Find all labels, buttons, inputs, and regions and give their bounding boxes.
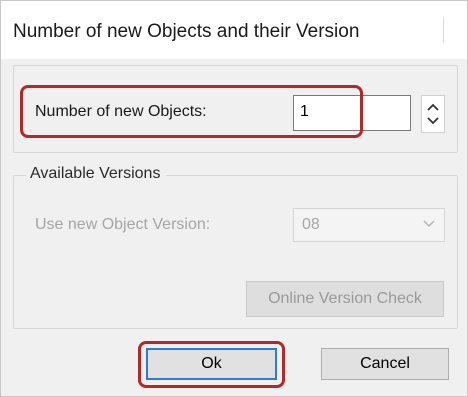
- objects-highlight-frame: [20, 85, 363, 138]
- object-version-label: Use new Object Version:: [35, 216, 211, 233]
- up-down-arrows-icon: [427, 103, 439, 125]
- chevron-down-icon: [423, 220, 435, 228]
- title-bar-edge: [443, 17, 468, 43]
- available-versions-title: Available Versions: [26, 165, 167, 183]
- online-version-check-button[interactable]: Online Version Check: [246, 281, 444, 317]
- number-of-objects-spinner[interactable]: [421, 95, 445, 133]
- title-bar: Number of new Objects and their Version: [1, 1, 467, 59]
- dialog-content: Number of new Objects: 1 Available Versi…: [1, 59, 467, 396]
- dialog-title: Number of new Objects and their Version: [13, 21, 360, 42]
- ok-highlight-frame: [138, 341, 285, 388]
- object-version-value: 08: [302, 216, 320, 233]
- object-version-select[interactable]: 08: [293, 208, 445, 242]
- new-objects-dialog: Number of new Objects and their Version …: [0, 0, 468, 397]
- cancel-button[interactable]: Cancel: [321, 348, 449, 380]
